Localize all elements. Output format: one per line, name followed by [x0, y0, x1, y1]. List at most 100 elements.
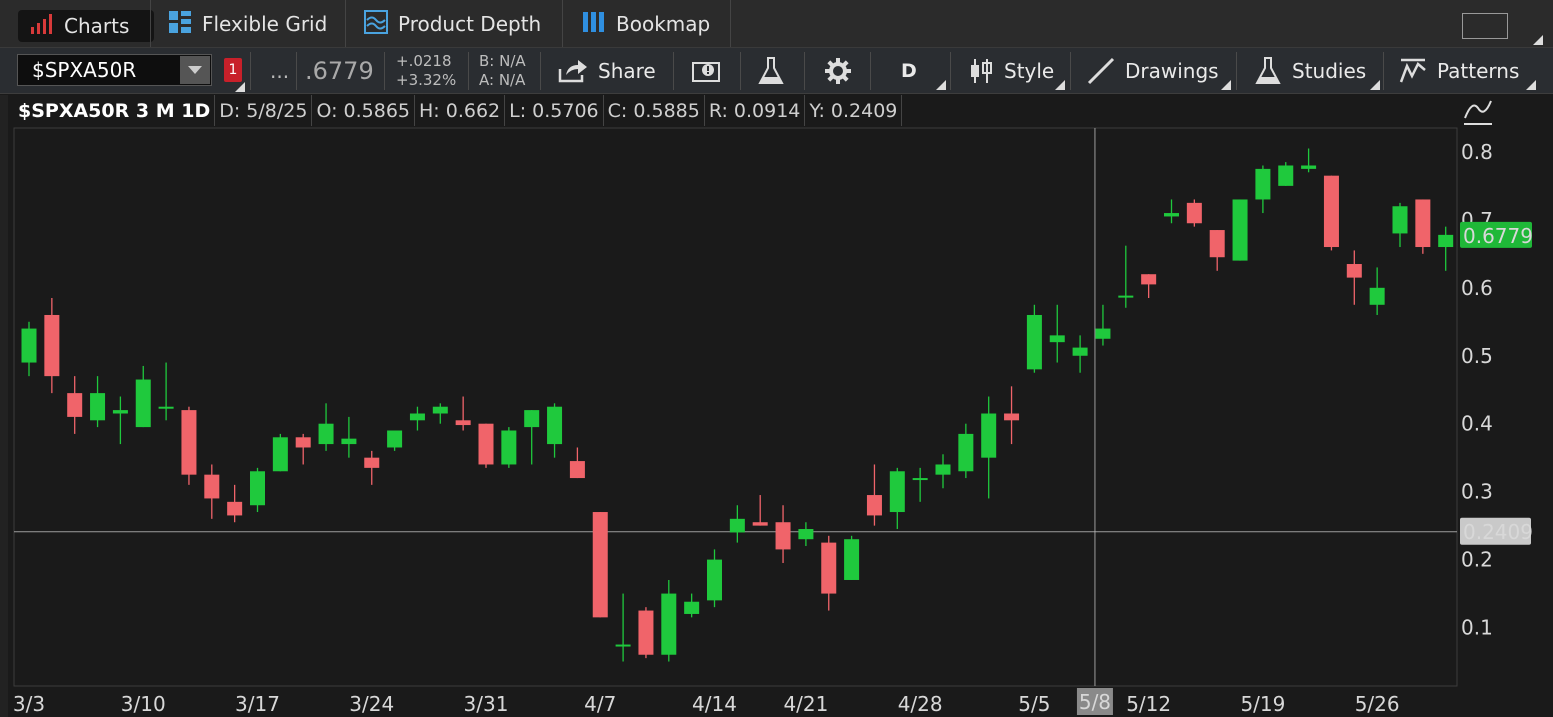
candle: [1049, 304, 1065, 363]
candle-body: [204, 474, 220, 499]
x-tick-label: 3/10: [121, 692, 166, 716]
candle: [1415, 199, 1431, 254]
candle-body: [318, 423, 334, 445]
candle-body: [684, 601, 700, 614]
candle: [1255, 165, 1271, 214]
candle-body: [569, 461, 585, 479]
candle: [592, 512, 608, 618]
candle: [638, 607, 654, 659]
candle: [1232, 199, 1248, 261]
candles[interactable]: [21, 148, 1454, 662]
candle-body: [661, 593, 677, 655]
candle: [67, 376, 83, 434]
candle: [455, 396, 471, 431]
y-tick-label: 0.8: [1461, 140, 1493, 164]
candle: [1141, 274, 1157, 298]
x-tick-label: 5/5: [1018, 692, 1050, 716]
candle-body: [67, 393, 83, 417]
candle-body: [409, 413, 425, 421]
candle-body: [90, 393, 106, 421]
candle-body: [1255, 168, 1271, 200]
candle: [295, 433, 311, 465]
price-tags: 0.6779: [1460, 221, 1533, 248]
candle: [1118, 245, 1134, 308]
crosshair-y-label: 0.2409: [1463, 520, 1533, 544]
x-tick-label: 3/17: [235, 692, 280, 716]
candle: [135, 365, 151, 428]
candle-body: [958, 433, 974, 472]
candle: [889, 467, 905, 530]
candle-body: [1049, 335, 1065, 343]
scale-toggle-icon[interactable]: [1463, 98, 1493, 126]
candle-body: [981, 413, 997, 458]
candle-body: [1438, 234, 1454, 248]
candle-body: [798, 529, 814, 540]
candle: [1026, 304, 1042, 373]
candle-body: [1346, 264, 1362, 278]
x-tick-label: 3/24: [349, 692, 394, 716]
candle-body: [1141, 274, 1157, 285]
candle: [798, 522, 814, 547]
candle: [158, 362, 174, 421]
y-axis: 0.10.20.30.40.50.60.70.8: [1461, 140, 1493, 640]
candle: [1323, 175, 1339, 251]
candle-body: [227, 501, 243, 516]
x-tick-label: 5/12: [1126, 692, 1171, 716]
candle-body: [1301, 165, 1317, 169]
y-tick-label: 0.6: [1461, 276, 1493, 300]
candle-body: [250, 471, 265, 506]
candle-body: [729, 518, 745, 533]
candle: [912, 467, 928, 502]
candle: [341, 416, 357, 458]
candle-body: [432, 406, 448, 414]
x-axis: 3/3 3/10 3/17 3/24 3/31 4/7 4/14 4/21 4/28 5/5 5/1…: [13, 692, 1400, 716]
candle-body: [1164, 213, 1179, 217]
candle: [821, 535, 837, 611]
candle-body: [1118, 295, 1134, 298]
candle-body: [478, 423, 494, 465]
candle: [752, 495, 768, 526]
candle: [21, 321, 37, 377]
candle-body: [1186, 202, 1202, 224]
candle: [524, 410, 540, 465]
candle-body: [1232, 199, 1248, 261]
y-tick-label: 0.1: [1461, 616, 1493, 640]
candle-body: [1392, 206, 1408, 234]
candle-body: [775, 522, 791, 550]
candle-body: [387, 430, 403, 448]
candle: [409, 406, 425, 431]
price-chart[interactable]: 0.10.20.30.40.50.60.70.8 3/3 3/10 3/17 3/24…: [0, 0, 1553, 717]
y-tick-label: 0.3: [1461, 480, 1493, 504]
candle: [112, 396, 128, 445]
candle-body: [935, 464, 951, 475]
x-tick-label: 3/3: [13, 692, 45, 716]
candle-body: [912, 478, 928, 481]
candle: [250, 467, 265, 513]
x-tick-label: 5/19: [1240, 692, 1285, 716]
candle-body: [44, 314, 60, 377]
candle-body: [615, 644, 631, 647]
candle: [1209, 230, 1225, 271]
candle: [661, 579, 677, 662]
candle-body: [638, 610, 654, 655]
candle-body: [547, 406, 563, 445]
crosshair: 5/8 0.2409: [14, 128, 1533, 715]
candle: [935, 454, 951, 489]
candle-body: [341, 438, 357, 445]
candle: [844, 535, 860, 580]
candle: [204, 464, 220, 519]
candle-body: [364, 457, 380, 468]
candle-body: [1278, 165, 1294, 186]
candle-body: [889, 471, 905, 513]
candle-body: [181, 410, 197, 475]
candle: [272, 433, 288, 472]
candle: [707, 549, 722, 608]
candle: [684, 593, 700, 618]
candle: [958, 423, 974, 479]
x-tick-label: 4/21: [783, 692, 828, 716]
candle-body: [112, 410, 128, 414]
candle-body: [1072, 347, 1088, 356]
y-tick-label: 0.4: [1461, 412, 1493, 436]
candle-body: [295, 437, 311, 448]
candle-body: [1209, 230, 1225, 258]
